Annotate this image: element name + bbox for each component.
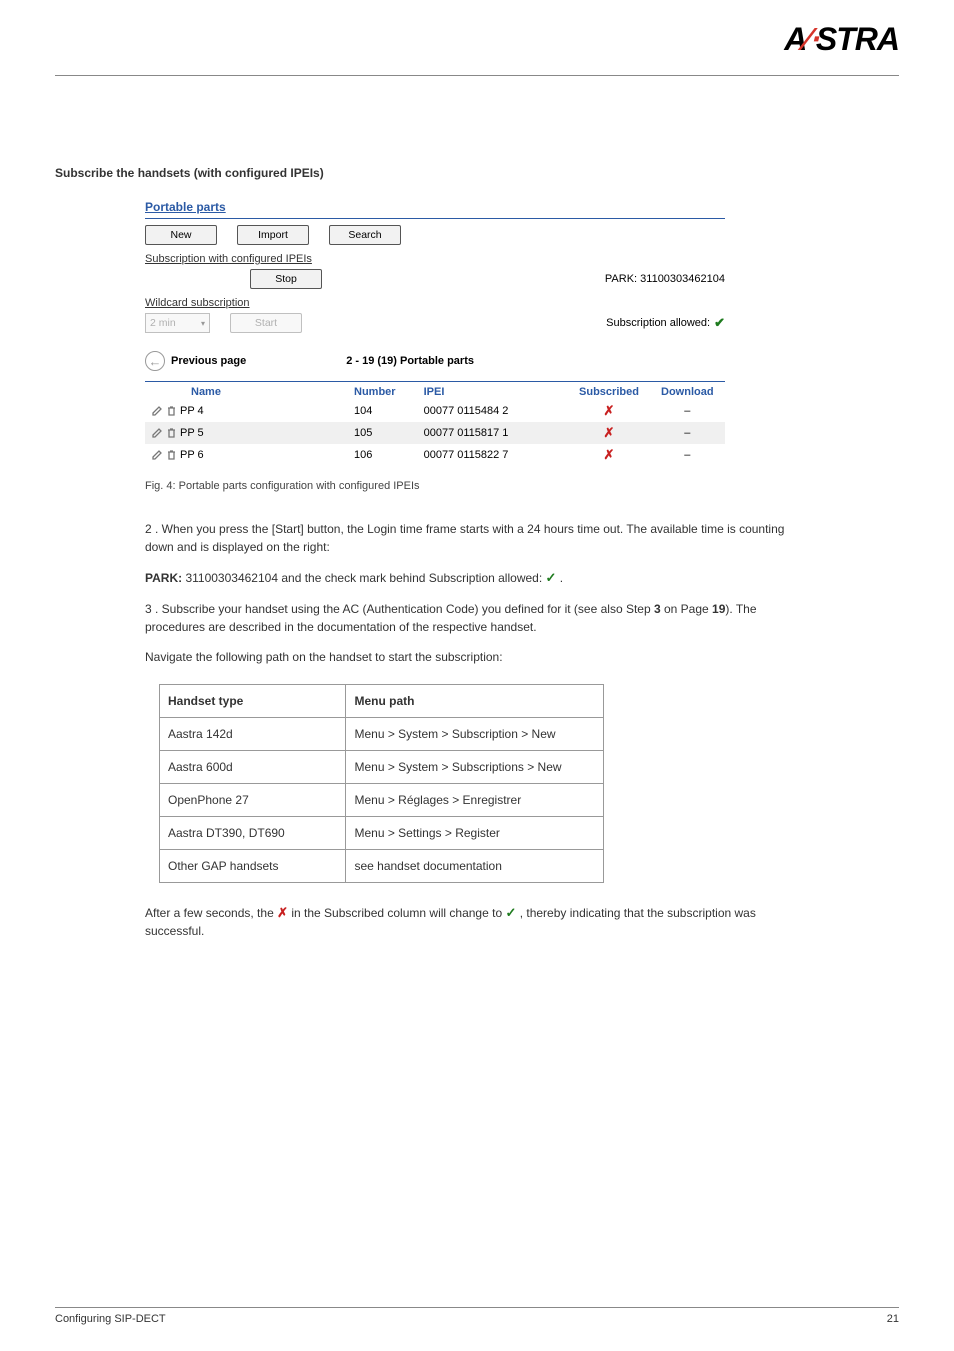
park-label: PARK: bbox=[605, 273, 640, 285]
page-footer: Configuring SIP-DECT 21 bbox=[55, 1307, 899, 1325]
subscription-allowed: Subscription allowed: ✔ bbox=[606, 315, 725, 331]
table-row: PP 4 104 00077 0115484 2 ✗ – bbox=[145, 400, 725, 422]
col-number: Number bbox=[348, 382, 418, 400]
footer-left: Configuring SIP-DECT bbox=[55, 1313, 166, 1325]
aastra-logo: A∕⋅STRA bbox=[784, 20, 899, 58]
table-row: Aastra 142dMenu > System > Subscription … bbox=[160, 717, 604, 750]
import-button[interactable]: Import bbox=[237, 225, 309, 245]
cross-icon: ✗ bbox=[604, 403, 615, 418]
duration-select[interactable]: 2 min ▾ bbox=[145, 313, 210, 333]
row-number: 105 bbox=[348, 422, 418, 444]
footer-page-number: 21 bbox=[887, 1313, 899, 1325]
park-display: PARK: 31100303462104 bbox=[605, 273, 725, 285]
row-name: PP 6 bbox=[180, 449, 204, 461]
text-span: in the Subscribed column will change to bbox=[291, 906, 505, 920]
check-icon: ✓ bbox=[546, 570, 557, 585]
page-ref: 19 bbox=[712, 602, 725, 616]
table-row: PP 5 105 00077 0115817 1 ✗ – bbox=[145, 422, 725, 444]
wildcard-subscription-label: Wildcard subscription bbox=[145, 297, 725, 309]
trash-icon[interactable] bbox=[166, 427, 177, 439]
previous-page-label: Previous page bbox=[171, 355, 246, 367]
trash-icon[interactable] bbox=[166, 449, 177, 461]
col-subscribed: Subscribed bbox=[568, 382, 649, 400]
portable-parts-table: Name Number IPEI Subscribed Download PP … bbox=[145, 382, 725, 466]
stop-button[interactable]: Stop bbox=[250, 269, 322, 289]
edit-icon[interactable] bbox=[151, 449, 163, 461]
panel-title: Portable parts bbox=[145, 200, 725, 218]
row-name: PP 5 bbox=[180, 427, 204, 439]
park-value: 31100303462104 bbox=[640, 273, 725, 285]
col-name: Name bbox=[151, 386, 221, 398]
toolbar: New Import Search bbox=[145, 225, 725, 245]
table-row: Aastra 600dMenu > System > Subscriptions… bbox=[160, 750, 604, 783]
section-heading: Subscribe the handsets (with configured … bbox=[55, 166, 899, 180]
edit-icon[interactable] bbox=[151, 427, 163, 439]
paragraph: After a few seconds, the ✗ in the Subscr… bbox=[145, 903, 809, 941]
duration-value: 2 min bbox=[150, 317, 176, 329]
row-number: 106 bbox=[348, 444, 418, 466]
row-download: – bbox=[650, 400, 725, 422]
body-text: 2 . When you press the [Start] button, t… bbox=[55, 520, 809, 940]
col-download: Download bbox=[650, 382, 725, 400]
table-row: OpenPhone 27Menu > Réglages > Enregistre… bbox=[160, 783, 604, 816]
table-row: PP 6 106 00077 0115822 7 ✗ – bbox=[145, 444, 725, 466]
text-span: and the check mark behind Subscription a… bbox=[281, 571, 545, 585]
row-download: – bbox=[650, 422, 725, 444]
title-divider bbox=[145, 218, 725, 219]
previous-page-link[interactable]: ← Previous page bbox=[145, 351, 246, 371]
handset-menu-table: Handset type Menu path Aastra 142dMenu >… bbox=[159, 684, 604, 883]
text-span: . bbox=[560, 571, 563, 585]
cross-icon: ✗ bbox=[277, 905, 288, 920]
step-ref: 3 bbox=[654, 602, 661, 616]
subscription-ipeis-label: Subscription with configured IPEIs bbox=[145, 253, 725, 265]
park-value-inline: 31100303462104 bbox=[185, 571, 278, 585]
arrow-left-icon: ← bbox=[145, 351, 165, 371]
sub-allowed-label: Subscription allowed: bbox=[606, 317, 710, 329]
row-number: 104 bbox=[348, 400, 418, 422]
row-name: PP 4 bbox=[180, 405, 204, 417]
row-ipei: 00077 0115484 2 bbox=[418, 400, 569, 422]
figure-caption: Fig. 4: Portable parts configuration wit… bbox=[145, 480, 899, 492]
text-span: on Page bbox=[661, 602, 712, 616]
col-menu-path: Menu path bbox=[346, 684, 604, 717]
paragraph: 3 . Subscribe your handset using the AC … bbox=[145, 600, 809, 636]
table-row: Aastra DT390, DT690Menu > Settings > Reg… bbox=[160, 816, 604, 849]
range-label: 2 - 19 (19) Portable parts bbox=[346, 355, 474, 367]
search-button[interactable]: Search bbox=[329, 225, 401, 245]
paragraph: Navigate the following path on the hands… bbox=[145, 648, 809, 666]
park-bold-label: PARK: bbox=[145, 571, 185, 585]
edit-icon[interactable] bbox=[151, 405, 163, 417]
check-icon: ✔ bbox=[714, 315, 725, 331]
table-row: Other GAP handsetssee handset documentat… bbox=[160, 849, 604, 882]
logo-rest: STRA bbox=[816, 21, 899, 58]
cross-icon: ✗ bbox=[604, 425, 615, 440]
new-button[interactable]: New bbox=[145, 225, 217, 245]
text-span: 3 . Subscribe your handset using the AC … bbox=[145, 602, 654, 616]
cross-icon: ✗ bbox=[604, 447, 615, 462]
start-button: Start bbox=[230, 313, 302, 333]
col-handset-type: Handset type bbox=[160, 684, 346, 717]
paragraph: 2 . When you press the [Start] button, t… bbox=[145, 520, 809, 556]
row-ipei: 00077 0115817 1 bbox=[418, 422, 569, 444]
col-ipei: IPEI bbox=[418, 382, 569, 400]
trash-icon[interactable] bbox=[166, 405, 177, 417]
paragraph: PARK: 31100303462104 and the check mark … bbox=[145, 568, 809, 588]
embedded-screenshot: Portable parts New Import Search Subscri… bbox=[145, 200, 725, 466]
row-download: – bbox=[650, 444, 725, 466]
chevron-down-icon: ▾ bbox=[201, 319, 205, 328]
text-span: After a few seconds, the bbox=[145, 906, 277, 920]
row-ipei: 00077 0115822 7 bbox=[418, 444, 569, 466]
page-header: A∕⋅STRA bbox=[55, 20, 899, 76]
check-icon: ✓ bbox=[505, 905, 516, 920]
